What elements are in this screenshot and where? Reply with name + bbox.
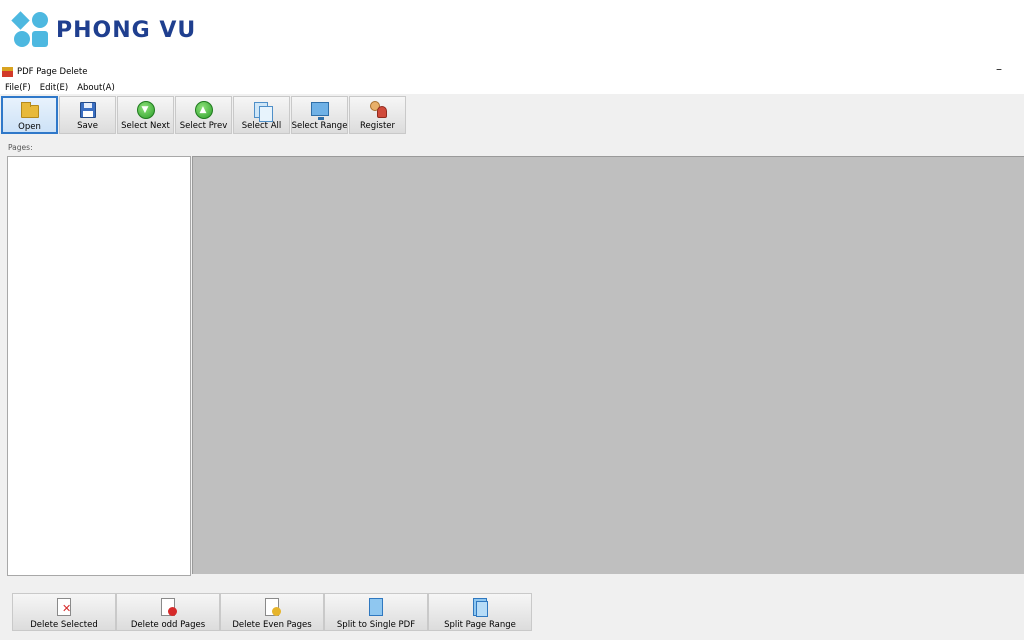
delete-odd-pages-button[interactable]: Delete odd Pages — [116, 593, 220, 631]
register-button[interactable]: Register — [349, 96, 406, 134]
delete-odd-icon — [159, 597, 177, 619]
split-single-label: Split to Single PDF — [336, 620, 416, 630]
delete-even-pages-button[interactable]: Delete Even Pages — [220, 593, 324, 631]
save-disk-icon — [78, 100, 98, 120]
open-button-label: Open — [18, 122, 41, 132]
delete-even-label: Delete Even Pages — [232, 620, 312, 630]
minimize-button[interactable]: – — [996, 62, 1002, 76]
delete-selected-button[interactable]: ✕ Delete Selected — [12, 593, 116, 631]
select-prev-button[interactable]: ▲ Select Prev — [175, 96, 232, 134]
page-preview-area[interactable] — [192, 156, 1024, 574]
split-single-icon — [367, 597, 385, 619]
split-to-single-pdf-button[interactable]: Split to Single PDF — [324, 593, 428, 631]
title-bar: PDF Page Delete – — [0, 62, 1024, 81]
select-range-button[interactable]: Select Range — [291, 96, 348, 134]
brand-banner: PHONG VU — [11, 10, 197, 50]
split-range-icon — [471, 597, 489, 619]
delete-selected-label: Delete Selected — [30, 620, 98, 630]
select-next-label: Select Next — [121, 121, 170, 131]
split-range-label: Split Page Range — [444, 620, 516, 630]
menu-about[interactable]: About(A) — [77, 83, 115, 93]
open-button[interactable]: Open — [1, 96, 58, 134]
arrow-up-circle-icon: ▲ — [194, 100, 214, 120]
select-next-button[interactable]: ▼ Select Next — [117, 96, 174, 134]
delete-even-icon — [263, 597, 281, 619]
arrow-down-circle-icon: ▼ — [136, 100, 156, 120]
brand-name: PHONG VU — [56, 17, 197, 43]
delete-selected-icon: ✕ — [55, 597, 73, 619]
select-all-button[interactable]: Select All — [233, 96, 290, 134]
toolbar: Open Save ▼ Select Next ▲ Select Prev Se… — [0, 95, 1024, 135]
delete-odd-label: Delete odd Pages — [130, 620, 206, 630]
register-users-icon — [368, 100, 388, 120]
app-window: PDF Page Delete – File(F) Edit(E) About(… — [0, 62, 1024, 640]
pages-label: Pages: — [8, 143, 33, 152]
menu-file[interactable]: File(F) — [5, 83, 31, 93]
select-range-label: Select Range — [291, 121, 348, 131]
save-button[interactable]: Save — [59, 96, 116, 134]
split-page-range-button[interactable]: Split Page Range — [428, 593, 532, 631]
app-icon — [2, 66, 13, 77]
phong-vu-logo-icon — [11, 11, 50, 49]
select-all-label: Select All — [241, 121, 282, 131]
folder-open-icon — [20, 101, 40, 121]
menu-bar: File(F) Edit(E) About(A) — [0, 81, 1024, 94]
pages-list[interactable] — [7, 156, 191, 576]
register-label: Register — [360, 121, 395, 131]
menu-edit[interactable]: Edit(E) — [40, 83, 68, 93]
select-prev-label: Select Prev — [179, 121, 228, 131]
save-button-label: Save — [77, 121, 98, 131]
window-title: PDF Page Delete — [17, 66, 88, 77]
select-all-pages-icon — [252, 100, 273, 122]
select-range-icon — [310, 100, 330, 120]
